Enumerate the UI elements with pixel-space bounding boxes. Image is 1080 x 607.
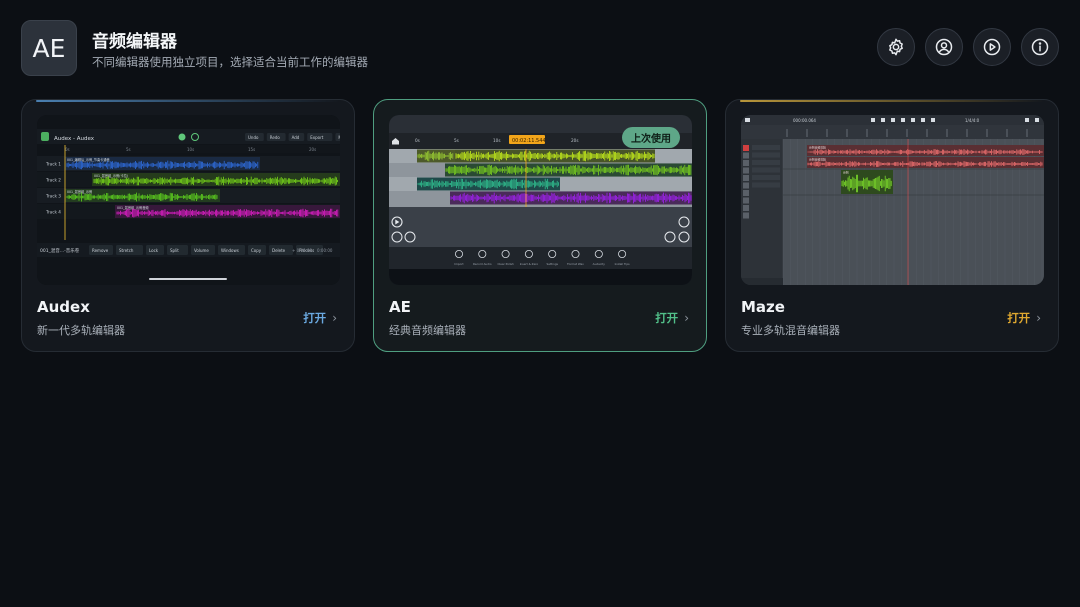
page-subtitle: 不同编辑器使用独立项目，选择适合当前工作的编辑器 [92, 55, 368, 69]
svg-text:5s: 5s [126, 147, 131, 152]
svg-text:Remove: Remove [92, 248, 109, 253]
open-button-label: 打开 [303, 311, 327, 325]
svg-text:001_混音...-音乐卷: 001_混音...-音乐卷 [40, 247, 80, 254]
open-button-label: 打开 [1007, 311, 1031, 325]
play-button[interactable] [973, 28, 1011, 66]
svg-text:Clear Polish: Clear Polish [497, 262, 514, 266]
svg-text:Add: Add [292, 135, 300, 140]
svg-text:001_混音组_示例(卡拉): 001_混音组_示例(卡拉) [94, 173, 128, 178]
open-button[interactable]: 打开 › [303, 310, 337, 326]
svg-text:More: More [338, 135, 340, 140]
svg-text:Undo: Undo [248, 135, 259, 140]
info-circle-icon [1031, 38, 1049, 56]
user-circle-icon [935, 38, 953, 56]
page-title: 音频编辑器 [92, 32, 177, 52]
svg-text:0s: 0s [415, 138, 420, 143]
svg-text:Audex - Audex: Audex - Audex [54, 136, 95, 142]
svg-text:001_编辑后_示例_节奏卡通音: 001_编辑后_示例_节奏卡通音 [67, 157, 111, 162]
svg-text:0:00:00: 0:00:00 [317, 248, 333, 253]
svg-text:示例: 示例 [843, 171, 849, 175]
svg-text:20s: 20s [571, 138, 579, 143]
audex-preview: Audex - Audex Undo Redo Add Export More 0s 5s… [37, 115, 340, 285]
card-title: Audex [37, 298, 90, 316]
svg-text:Split: Split [170, 248, 179, 253]
svg-text:Track 3: Track 3 [45, 194, 61, 199]
svg-text:00:02:11.544: 00:02:11.544 [512, 138, 546, 144]
maze-preview: 000:00.064 1/4/4:0 示例音频剪辑 示例音频剪辑示例 [741, 115, 1044, 285]
svg-text:Record Audio: Record Audio [473, 262, 492, 266]
svg-text:10s: 10s [493, 138, 501, 143]
svg-text:001_混音组_示例音频: 001_混音组_示例音频 [117, 205, 149, 210]
svg-text:Copy: Copy [251, 248, 262, 253]
svg-text:001_混音组_示例: 001_混音组_示例 [67, 189, 92, 194]
svg-text:Volume: Volume [194, 248, 209, 253]
header: AE 音频编辑器 不同编辑器使用独立项目，选择适合当前工作的编辑器 [21, 20, 1059, 76]
svg-text:Audacity: Audacity [593, 262, 606, 266]
editor-card-audex[interactable]: Audex - Audex Undo Redo Add Export More 0s 5s… [21, 99, 355, 352]
svg-text:示例音频剪辑: 示例音频剪辑 [809, 146, 826, 150]
account-button[interactable] [925, 28, 963, 66]
svg-text:Track 2: Track 2 [45, 178, 61, 183]
svg-text:20s: 20s [309, 147, 316, 152]
svg-text:000:00.064: 000:00.064 [793, 118, 816, 123]
svg-text:Format Wav: Format Wav [567, 262, 584, 266]
svg-text:Insert & Zero: Insert & Zero [520, 262, 539, 266]
svg-text:10s: 10s [187, 147, 194, 152]
svg-text:+ 0:00:00: + 0:00:00 [292, 248, 312, 253]
card-description: 新一代多轨编辑器 [37, 324, 125, 337]
editor-card-ae[interactable]: 0s5s10s15s20s 00:02:11.544 [373, 99, 707, 352]
card-description: 经典音频编辑器 [389, 324, 466, 337]
card-title: Maze [741, 298, 785, 316]
svg-text:0s: 0s [65, 147, 70, 152]
svg-text:Lock: Lock [149, 248, 159, 253]
chevron-right-icon: › [332, 311, 337, 325]
card-description: 专业多轨混音编辑器 [741, 324, 840, 337]
toolbar [877, 28, 1059, 66]
audex-preview-image: Audex - Audex Undo Redo Add Export More 0s 5s… [37, 115, 340, 285]
open-button[interactable]: 打开 › [655, 310, 689, 326]
editor-cards: Audex - Audex Undo Redo Add Export More 0s 5s… [21, 99, 1059, 352]
svg-text:示例音频剪辑: 示例音频剪辑 [809, 158, 826, 162]
svg-text:Windows: Windows [221, 248, 239, 253]
ae-preview: 0s5s10s15s20s 00:02:11.544 [389, 115, 692, 285]
svg-text:1/4/4:0: 1/4/4:0 [965, 118, 980, 123]
svg-text:Import: Import [454, 262, 464, 266]
info-button[interactable] [1021, 28, 1059, 66]
last-used-badge: 上次使用 [622, 127, 680, 148]
svg-text:5s: 5s [454, 138, 459, 143]
app-logo: AE [21, 20, 77, 76]
maze-preview-image: 000:00.064 1/4/4:0 示例音频剪辑示例音频剪辑示例 [741, 115, 1044, 285]
open-button[interactable]: 打开 › [1007, 310, 1041, 326]
svg-text:Stretch: Stretch [119, 248, 134, 253]
card-title: AE [389, 298, 411, 316]
svg-text:Track 1: Track 1 [45, 162, 61, 167]
card-accent [36, 100, 340, 102]
svg-text:15s: 15s [248, 147, 255, 152]
chevron-right-icon: › [684, 311, 689, 325]
svg-text:Export: Export [310, 135, 324, 140]
play-circle-icon [983, 38, 1001, 56]
svg-text:Install Tips: Install Tips [615, 262, 630, 266]
svg-text:Redo: Redo [270, 135, 281, 140]
svg-text:Delete: Delete [272, 248, 286, 253]
svg-text:Settings: Settings [546, 262, 558, 266]
gear-icon [889, 38, 903, 56]
editor-card-maze[interactable]: 000:00.064 1/4/4:0 示例音频剪辑 示例音频剪辑示例 Maze 专… [725, 99, 1059, 352]
chevron-right-icon: › [1036, 311, 1041, 325]
open-button-label: 打开 [655, 311, 679, 325]
settings-button[interactable] [877, 28, 915, 66]
card-accent [740, 100, 1044, 102]
svg-text:Track 4: Track 4 [45, 210, 61, 215]
